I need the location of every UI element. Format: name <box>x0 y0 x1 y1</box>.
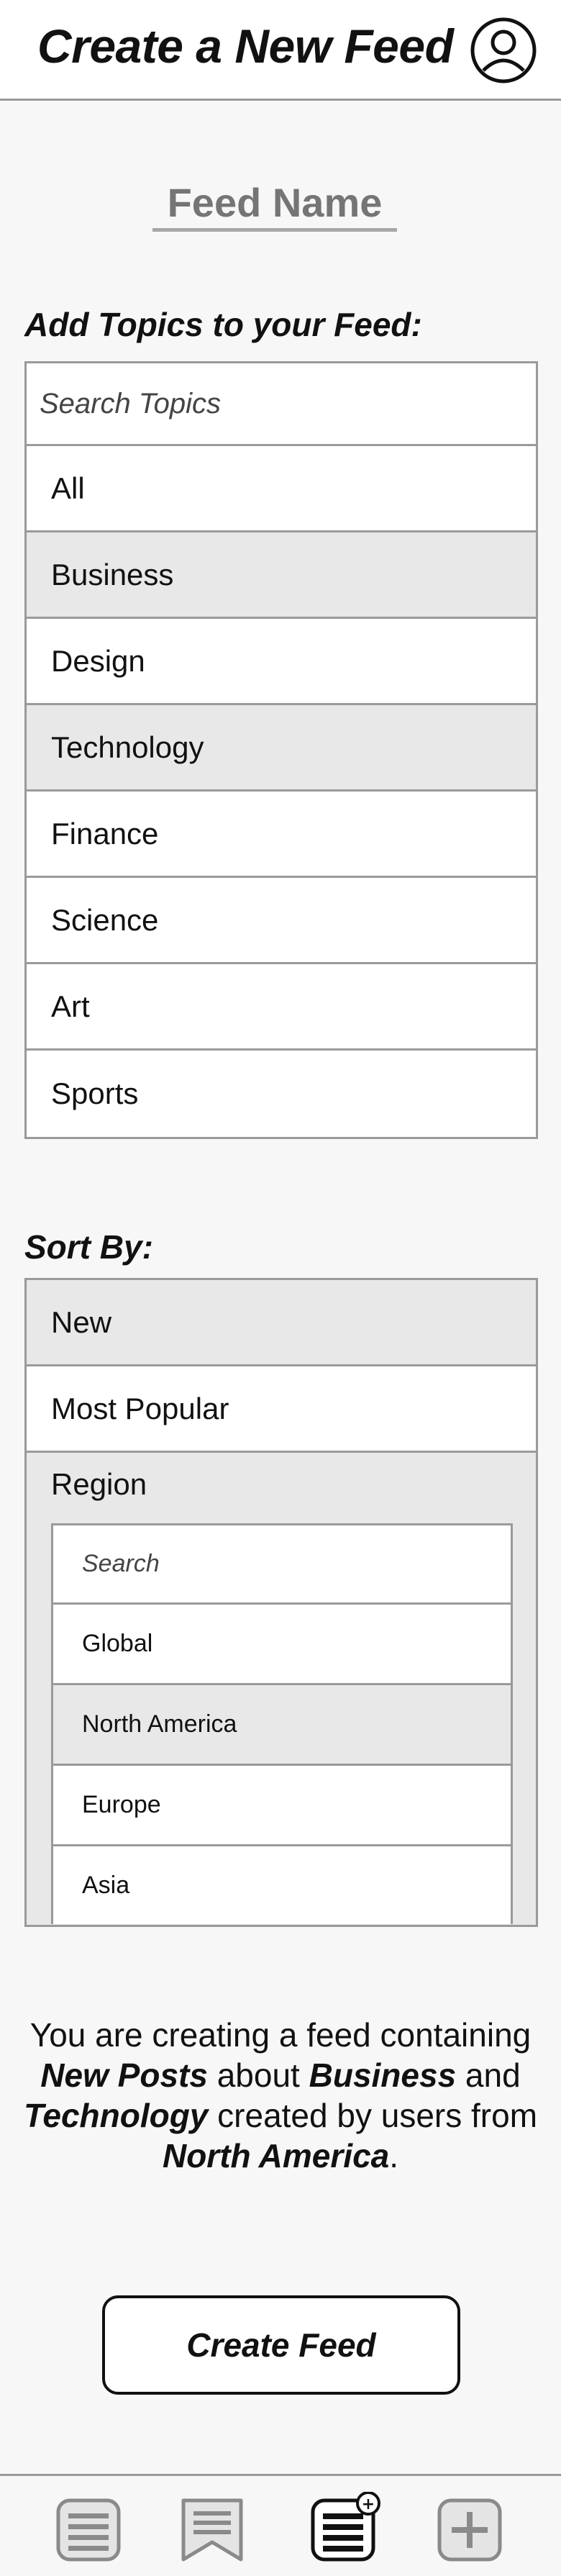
topic-item-all[interactable]: All <box>27 446 536 532</box>
create-feed-button[interactable]: Create Feed <box>102 2295 460 2395</box>
region-item-asia[interactable]: Asia <box>53 1846 511 1924</box>
bottom-nav: + <box>0 2474 561 2576</box>
user-circle-icon[interactable] <box>469 16 538 85</box>
app-header: Create a New Feed <box>0 0 561 101</box>
topic-label: Business <box>51 557 174 591</box>
summary-text: about <box>207 2056 309 2094</box>
topic-label: Art <box>51 989 90 1023</box>
feed-summary: You are creating a feed containing New P… <box>22 2015 539 2176</box>
summary-region: North America <box>162 2137 390 2174</box>
topic-label: All <box>51 471 85 505</box>
region-item-europe[interactable]: Europe <box>53 1766 511 1846</box>
topic-item-design[interactable]: Design <box>27 619 536 705</box>
region-item-label: North America <box>82 1710 237 1738</box>
add-post-icon[interactable] <box>437 2492 502 2564</box>
topic-label: Sports <box>51 1076 139 1110</box>
topic-item-technology[interactable]: Technology <box>27 705 536 792</box>
region-item-label: Asia <box>82 1871 130 1899</box>
topic-label: Design <box>51 643 145 678</box>
summary-topic: Technology <box>23 2097 209 2134</box>
topic-item-business[interactable]: Business <box>27 532 536 619</box>
topic-item-sports[interactable]: Sports <box>27 1051 536 1137</box>
region-dropdown: Global North America Europe Asia <box>51 1523 513 1924</box>
summary-text: created by users from <box>208 2097 538 2134</box>
feed-list-icon[interactable] <box>56 2492 121 2564</box>
topic-label: Technology <box>51 730 204 764</box>
sort-label: Most Popular <box>51 1391 229 1425</box>
region-item-label: Global <box>82 1630 153 1657</box>
region-item-north-america[interactable]: North America <box>53 1685 511 1766</box>
summary-text: You are creating a feed containing <box>29 2016 532 2054</box>
feed-name-input[interactable] <box>152 177 397 232</box>
sort-item-new[interactable]: New <box>27 1280 536 1366</box>
topics-section-label: Add Topics to your Feed: <box>24 306 422 343</box>
sort-section-label: Sort By: <box>24 1228 153 1266</box>
search-topics-input[interactable] <box>27 363 536 446</box>
topic-item-finance[interactable]: Finance <box>27 792 536 878</box>
summary-text: and <box>456 2056 521 2094</box>
region-item-label: Europe <box>82 1791 161 1818</box>
sort-item-region[interactable]: Region Global North America Europe Asia <box>27 1453 536 1925</box>
summary-sort: New Posts <box>40 2056 208 2094</box>
new-feed-icon[interactable]: + <box>311 2492 386 2564</box>
new-feed-badge: + <box>362 2495 375 2513</box>
region-label: Region <box>51 1467 147 1501</box>
topic-item-art[interactable]: Art <box>27 964 536 1051</box>
region-search-input[interactable] <box>53 1525 511 1605</box>
topic-item-science[interactable]: Science <box>27 878 536 964</box>
bookmark-icon[interactable] <box>180 2492 245 2564</box>
sort-label: New <box>51 1305 112 1339</box>
summary-text: . <box>389 2137 399 2174</box>
page-title: Create a New Feed <box>37 19 454 73</box>
topics-list: All Business Design Technology Finance S… <box>24 361 538 1139</box>
sort-list: New Most Popular Region Global North Ame… <box>24 1278 538 1927</box>
region-item-global[interactable]: Global <box>53 1605 511 1685</box>
sort-item-most-popular[interactable]: Most Popular <box>27 1366 536 1453</box>
topic-label: Science <box>51 902 159 937</box>
topic-label: Finance <box>51 816 159 851</box>
summary-topic: Business <box>309 2056 457 2094</box>
